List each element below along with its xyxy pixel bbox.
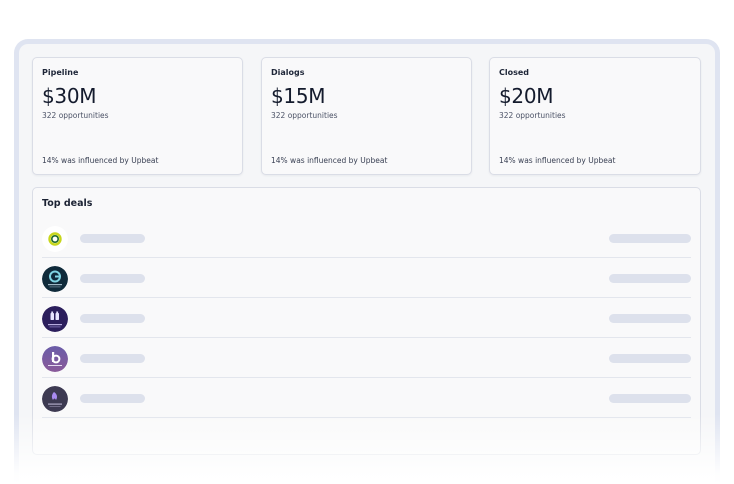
deal-value-skeleton [609, 354, 691, 363]
deal-value-skeleton [609, 394, 691, 403]
metric-subtext: 322 opportunities [499, 111, 566, 120]
deal-name-skeleton [80, 354, 145, 363]
metric-value: $15M [271, 84, 326, 108]
deal-row[interactable] [42, 218, 691, 258]
teal-g-logo-icon [42, 266, 68, 292]
metric-footnote: 14% was influenced by Upbeat [499, 156, 616, 165]
deal-value-skeleton [609, 314, 691, 323]
deal-row[interactable] [42, 378, 691, 418]
deal-name-skeleton [80, 234, 145, 243]
metric-label: Dialogs [271, 68, 305, 77]
deal-row[interactable] [42, 298, 691, 338]
top-deals-panel: Top deals [32, 187, 701, 455]
deal-name-skeleton [80, 394, 145, 403]
metric-value: $30M [42, 84, 97, 108]
metric-card-closed[interactable]: Closed $20M 322 opportunities 14% was in… [489, 57, 701, 175]
metric-card-dialogs[interactable]: Dialogs $15M 322 opportunities 14% was i… [261, 57, 472, 175]
metric-value: $20M [499, 84, 554, 108]
purple-blocks-logo-icon [42, 306, 68, 332]
metric-subtext: 322 opportunities [271, 111, 338, 120]
top-deals-title: Top deals [42, 198, 93, 209]
metric-subtext: 322 opportunities [42, 111, 109, 120]
green-ring-logo-icon [42, 226, 68, 252]
b-letter-logo-icon [42, 346, 68, 372]
metric-card-pipeline[interactable]: Pipeline $30M 322 opportunities 14% was … [32, 57, 243, 175]
metric-label: Closed [499, 68, 530, 77]
deal-value-skeleton [609, 234, 691, 243]
metric-label: Pipeline [42, 68, 79, 77]
purple-flame-logo-icon [42, 386, 68, 412]
metric-footnote: 14% was influenced by Upbeat [42, 156, 159, 165]
deal-row[interactable] [42, 338, 691, 378]
metric-footnote: 14% was influenced by Upbeat [271, 156, 388, 165]
deal-value-skeleton [609, 274, 691, 283]
deal-name-skeleton [80, 274, 145, 283]
deal-name-skeleton [80, 314, 145, 323]
deal-row[interactable] [42, 258, 691, 298]
